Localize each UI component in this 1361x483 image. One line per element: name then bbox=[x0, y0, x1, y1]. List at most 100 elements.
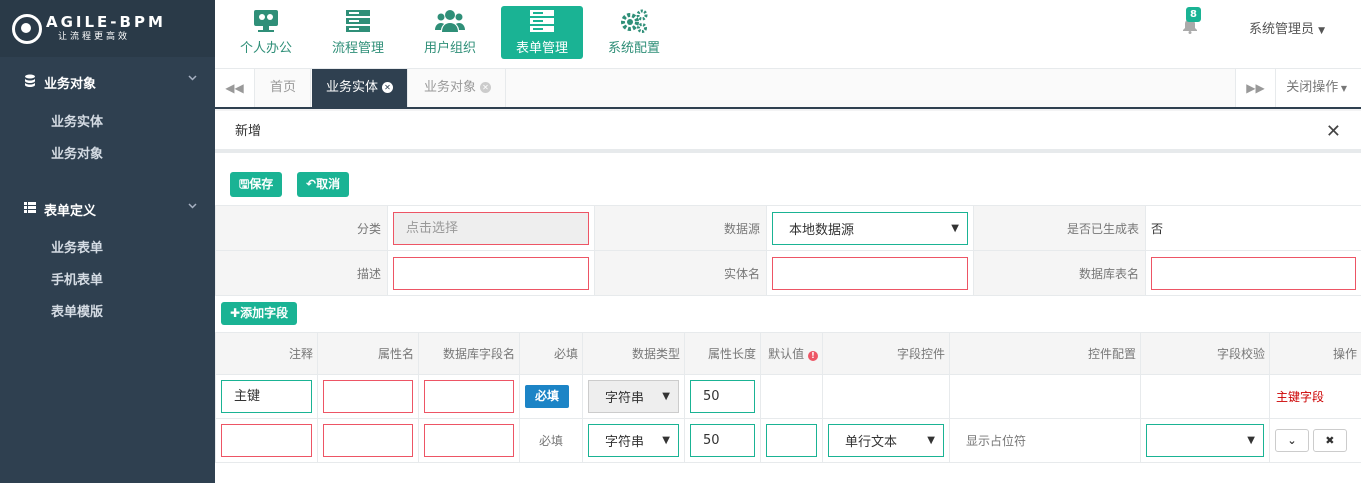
server-icon bbox=[323, 8, 393, 34]
chevron-down-icon: ⌄ bbox=[1287, 434, 1297, 447]
close-operations-menu[interactable]: 关闭操作 ▼ bbox=[1275, 69, 1361, 107]
panel-header: 新增 ✕ bbox=[215, 111, 1361, 153]
table-list-icon bbox=[24, 202, 36, 216]
category-input[interactable]: 点击选择 bbox=[393, 211, 589, 245]
chevron-down-icon: ▼ bbox=[662, 391, 670, 402]
entity-form: 分类 点击选择 数据源 本地数据源 ▼ 是否已生成表 否 描述 实体名 数据库表名 bbox=[215, 205, 1361, 296]
table-name-label: 数据库表名 bbox=[973, 250, 1146, 296]
tab-scroll-right-button[interactable]: ▶▶ bbox=[1235, 69, 1275, 107]
chevron-down-icon: ▼ bbox=[927, 435, 935, 446]
control-select[interactable]: 单行文本 ▼ bbox=[828, 424, 944, 457]
col-header-comment: 注释 bbox=[215, 332, 318, 375]
close-icon: ✖ bbox=[1325, 434, 1335, 447]
db-field-input[interactable] bbox=[424, 380, 514, 413]
col-header-actions: 操作 bbox=[1269, 332, 1361, 375]
tab-business-object[interactable]: 业务对象 ✕ bbox=[410, 69, 507, 107]
length-input[interactable]: 50 bbox=[690, 424, 755, 457]
primary-key-label: 主键字段 bbox=[1269, 374, 1361, 419]
cancel-button[interactable]: ↶取消 bbox=[297, 172, 350, 197]
chevron-down-icon bbox=[188, 73, 197, 84]
db-field-input[interactable] bbox=[424, 424, 514, 457]
forward-icon: ▶▶ bbox=[1246, 81, 1265, 95]
comment-input[interactable] bbox=[221, 424, 312, 457]
caret-down-icon: ▼ bbox=[1318, 26, 1326, 36]
col-header-default: 默认值 ! bbox=[760, 332, 823, 375]
sidebar-item-mobile-form[interactable]: 手机表单 bbox=[0, 265, 215, 297]
col-header-control-config: 控件配置 bbox=[949, 332, 1141, 375]
generated-value: 否 bbox=[1145, 205, 1361, 251]
control-config-link[interactable]: 显示占位符 bbox=[949, 418, 1141, 463]
notification-badge: 8 bbox=[1186, 7, 1201, 22]
undo-icon: ↶ bbox=[306, 177, 317, 191]
datasource-select[interactable]: 本地数据源 ▼ bbox=[772, 211, 968, 245]
logo-title: AGILE-BPM bbox=[46, 13, 166, 31]
nav-user-organization[interactable]: 用户组织 bbox=[415, 6, 485, 59]
generated-label: 是否已生成表 bbox=[973, 205, 1146, 251]
table-row: 必填 字符串 ▼ 50 单行文本 ▼ 显示占位符 ▼ ⌄ ✖ bbox=[215, 418, 1361, 463]
nav-personal-office[interactable]: 个人办公 bbox=[231, 6, 301, 59]
users-icon bbox=[415, 8, 485, 34]
required-toggle[interactable]: 必填 bbox=[525, 385, 570, 408]
comment-input[interactable]: 主键 bbox=[221, 380, 312, 413]
sidebar-group-label: 表单定义 bbox=[44, 203, 97, 219]
sidebar-item-business-entity[interactable]: 业务实体 bbox=[0, 107, 215, 139]
delete-row-button[interactable]: ✖ bbox=[1312, 429, 1347, 452]
nav-process-management[interactable]: 流程管理 bbox=[323, 6, 393, 59]
data-type-select[interactable]: 字符串 ▼ bbox=[588, 380, 679, 413]
gears-icon bbox=[599, 8, 669, 34]
save-icon: 🖫 bbox=[239, 177, 250, 191]
data-type-select[interactable]: 字符串 ▼ bbox=[588, 424, 679, 457]
sidebar-item-business-object[interactable]: 业务对象 bbox=[0, 139, 215, 171]
tab-bar: ◀◀ 首页 业务实体 ✕ 业务对象 ✕ ▶▶ 关闭操作 ▼ bbox=[215, 69, 1361, 109]
desc-input[interactable] bbox=[393, 256, 589, 290]
default-value-input[interactable] bbox=[766, 424, 817, 457]
col-header-required: 必填 bbox=[519, 332, 583, 375]
datasource-label: 数据源 bbox=[594, 205, 767, 251]
logo-slogan: 让流程更高效 bbox=[58, 32, 131, 42]
logo[interactable]: AGILE-BPM 让流程更高效 bbox=[0, 0, 215, 57]
col-header-control: 字段控件 bbox=[822, 332, 950, 375]
prop-name-input[interactable] bbox=[323, 424, 413, 457]
caret-down-icon: ▼ bbox=[1338, 84, 1347, 93]
sidebar: AGILE-BPM 让流程更高效 业务对象 业务实体 业务对象 表单定义 业务表… bbox=[0, 0, 215, 483]
prop-name-input[interactable] bbox=[323, 380, 413, 413]
length-input[interactable]: 50 bbox=[690, 380, 755, 413]
sidebar-item-business-form[interactable]: 业务表单 bbox=[0, 233, 215, 265]
field-table: 注释 属性名 数据库字段名 必填 数据类型 属性长度 默认值 ! 字段控件 控件… bbox=[215, 332, 1361, 463]
sidebar-group-form-definition[interactable]: 表单定义 bbox=[0, 185, 215, 233]
required-toggle[interactable]: 必填 bbox=[519, 418, 583, 463]
table-name-input[interactable] bbox=[1151, 256, 1356, 290]
col-header-prop-name: 属性名 bbox=[317, 332, 419, 375]
validation-select[interactable]: ▼ bbox=[1146, 424, 1264, 457]
table-row: 主键 必填 字符串 ▼ 50 主键字段 bbox=[215, 374, 1361, 419]
info-icon[interactable]: ! bbox=[808, 351, 818, 361]
sidebar-group-business-object[interactable]: 业务对象 bbox=[0, 57, 215, 107]
chevron-down-icon: ▼ bbox=[951, 222, 959, 234]
sidebar-item-form-template[interactable]: 表单模版 bbox=[0, 297, 215, 329]
save-button[interactable]: 🖫保存 bbox=[230, 172, 283, 197]
plus-icon: ✚ bbox=[230, 306, 241, 320]
entity-name-input[interactable] bbox=[772, 256, 968, 290]
tab-business-entity[interactable]: 业务实体 ✕ bbox=[312, 69, 409, 107]
close-tab-icon[interactable]: ✕ bbox=[382, 82, 394, 93]
nav-system-config[interactable]: 系统配置 bbox=[599, 6, 669, 59]
col-header-data-type: 数据类型 bbox=[582, 332, 685, 375]
panel-title: 新增 bbox=[235, 124, 262, 139]
col-header-length: 属性长度 bbox=[684, 332, 761, 375]
tab-scroll-left-button[interactable]: ◀◀ bbox=[215, 69, 255, 107]
backward-icon: ◀◀ bbox=[225, 81, 244, 95]
col-header-validation: 字段校验 bbox=[1140, 332, 1270, 375]
sidebar-group-label: 业务对象 bbox=[44, 76, 97, 92]
nav-form-management[interactable]: 表单管理 bbox=[501, 6, 583, 59]
add-field-button[interactable]: ✚添加字段 bbox=[221, 302, 298, 325]
database-icon bbox=[24, 74, 36, 90]
close-icon[interactable]: ✕ bbox=[1326, 111, 1341, 153]
user-name: 系统管理员 bbox=[1249, 22, 1315, 37]
desc-label: 描述 bbox=[215, 250, 388, 296]
move-down-button[interactable]: ⌄ bbox=[1275, 429, 1309, 452]
user-menu[interactable]: 系统管理员 ▼ bbox=[1249, 18, 1325, 37]
server-icon bbox=[501, 8, 583, 34]
tab-home[interactable]: 首页 bbox=[256, 69, 312, 107]
close-tab-icon[interactable]: ✕ bbox=[480, 82, 492, 93]
col-header-db-field: 数据库字段名 bbox=[418, 332, 520, 375]
